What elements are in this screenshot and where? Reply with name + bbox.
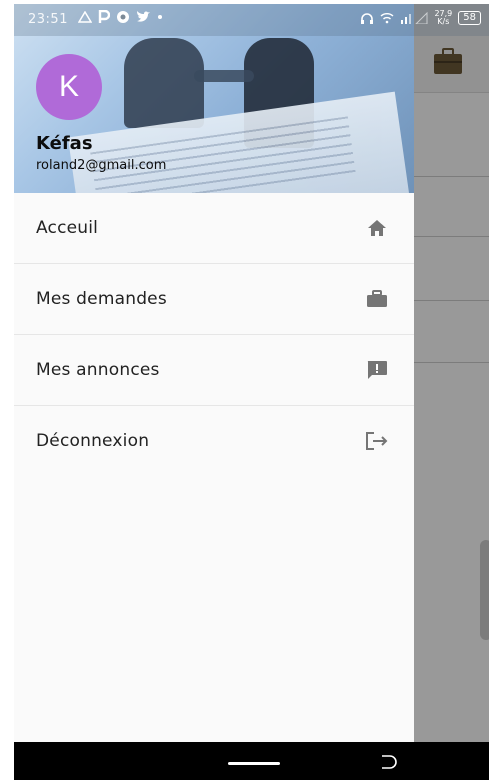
avatar-initial: K (58, 70, 79, 103)
navigation-drawer: K Kéfas roland2@gmail.com Acceuil Mes de… (14, 4, 414, 742)
status-notification-icons (78, 10, 163, 24)
user-name: Kéfas (36, 133, 93, 154)
avatar[interactable]: K (36, 54, 102, 120)
menu-item-label: Mes annonces (36, 360, 160, 380)
system-navigation-bar (14, 742, 489, 780)
signal-icon (401, 12, 428, 24)
phone-screen: K Kéfas roland2@gmail.com Acceuil Mes de… (14, 4, 489, 780)
logout-icon (364, 430, 390, 452)
menu-item-label: Mes demandes (36, 289, 167, 309)
menu-item-mes-annonces[interactable]: Mes annonces (14, 335, 414, 406)
status-bar: 23:51 27,9 K/s 58 (14, 4, 489, 36)
parking-icon (98, 10, 110, 23)
headphones-icon (361, 13, 374, 24)
menu-item-acceuil[interactable]: Acceuil (14, 193, 414, 264)
menu-item-mes-demandes[interactable]: Mes demandes (14, 264, 414, 335)
announcement-icon (364, 359, 390, 381)
home-gesture-bar[interactable] (228, 762, 280, 765)
menu-item-label: Acceuil (36, 218, 99, 238)
header-photo-person (124, 38, 204, 128)
menu-item-label: Déconnexion (36, 431, 150, 451)
header-photo-handshake (194, 70, 254, 82)
warning-icon (78, 11, 92, 23)
home-icon (364, 217, 390, 239)
status-time: 23:51 (28, 12, 68, 27)
status-system-icons: 27,9 K/s 58 (360, 10, 481, 26)
user-email: roland2@gmail.com (36, 158, 167, 173)
back-icon[interactable] (378, 754, 398, 770)
drawer-menu: Acceuil Mes demandes Mes annonces Déconn… (14, 193, 414, 476)
wifi-icon (380, 13, 394, 24)
network-speed: 27,9 K/s (434, 10, 452, 26)
network-speed-unit: K/s (437, 17, 450, 26)
header-photo-document (67, 91, 411, 193)
dot-icon (158, 15, 162, 19)
app-notification-icon (117, 11, 129, 23)
battery-indicator: 58 (458, 11, 481, 25)
menu-item-deconnexion[interactable]: Déconnexion (14, 406, 414, 476)
twitter-icon (137, 11, 150, 22)
briefcase-icon (364, 288, 390, 310)
